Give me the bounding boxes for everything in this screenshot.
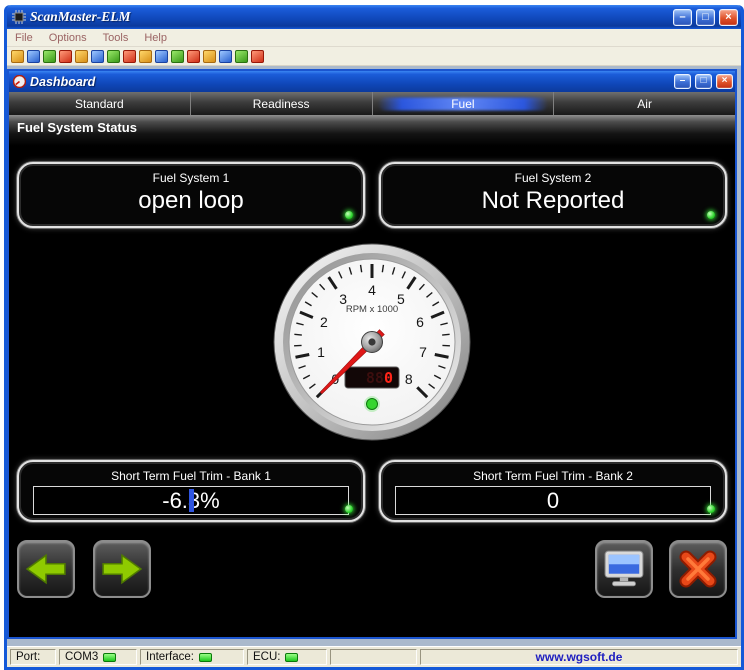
status-led-green: [345, 211, 353, 219]
copy-icon[interactable]: [59, 50, 72, 63]
rpm-gauge: 012345678 RPM x 1000 888 0: [272, 242, 472, 442]
fuel-system-1-panel: Fuel System 1 open loop: [17, 162, 365, 228]
menubar: File Options Tools Help: [7, 29, 741, 47]
main-window: ScanMaster-ELM – □ × File Options Tools …: [4, 5, 744, 670]
lcd-value: 0: [384, 369, 393, 387]
tab-readiness[interactable]: Readiness: [191, 92, 373, 115]
stft-bank2-panel: Short Term Fuel Trim - Bank 2 0: [379, 460, 727, 522]
scan-icon[interactable]: [107, 50, 120, 63]
previous-page-button[interactable]: [17, 540, 75, 598]
svg-text:2: 2: [320, 314, 328, 330]
arrow-right-icon: [101, 553, 143, 585]
svg-text:6: 6: [416, 314, 424, 330]
dashboard-tabs: Standard Readiness Fuel Air: [9, 92, 735, 115]
port-led-green: [103, 653, 116, 662]
stft-bank2-value: 0: [547, 488, 559, 514]
tab-fuel[interactable]: Fuel: [373, 92, 555, 115]
screen: ScanMaster-ELM – □ × File Options Tools …: [0, 0, 744, 670]
mdi-client-area: Dashboard – □ × Standard Readiness Fuel …: [7, 66, 741, 646]
stft-bank2-value-box: 0: [395, 486, 711, 515]
close-button[interactable]: ×: [719, 9, 738, 26]
fuel-system-2-panel: Fuel System 2 Not Reported: [379, 162, 727, 228]
svg-text:4: 4: [368, 282, 376, 298]
close-x-icon: [678, 549, 718, 589]
interface-led-green: [199, 653, 212, 662]
svg-text:1: 1: [317, 344, 325, 360]
freeze-frame-icon[interactable]: [171, 50, 184, 63]
svg-text:7: 7: [419, 344, 427, 360]
menu-file[interactable]: File: [7, 30, 41, 46]
dtc-read-icon[interactable]: [123, 50, 136, 63]
port-label-cell: Port:: [10, 649, 56, 665]
dashboard-window-title: Dashboard: [30, 75, 670, 89]
dashboard-minimize-button[interactable]: –: [674, 74, 691, 89]
interface-cell: Interface:: [140, 649, 244, 665]
website-link[interactable]: www.wgsoft.de: [420, 649, 738, 665]
dashboard-maximize-button[interactable]: □: [695, 74, 712, 89]
info-icon[interactable]: [235, 50, 248, 63]
statusbar-spacer: [330, 649, 417, 665]
live-data-icon[interactable]: [155, 50, 168, 63]
app-chip-icon: [12, 10, 26, 24]
stft-bank1-value-box: -6.3%: [33, 486, 349, 515]
toolbar: [7, 47, 741, 66]
next-page-button[interactable]: [93, 540, 151, 598]
minimize-button[interactable]: –: [673, 9, 692, 26]
print-icon[interactable]: [43, 50, 56, 63]
tab-air[interactable]: Air: [554, 92, 735, 115]
ecu-led-green: [285, 653, 298, 662]
ecu-cell: ECU:: [247, 649, 327, 665]
connect-icon[interactable]: [75, 50, 88, 63]
status-led-green: [345, 505, 353, 513]
dtc-clear-icon[interactable]: [139, 50, 152, 63]
fuel-system-1-label: Fuel System 1: [19, 171, 363, 185]
statusbar: Port: COM3 Interface: ECU: www.wgsoft.de: [7, 646, 741, 667]
status-led-green: [707, 505, 715, 513]
dashboard-close-button[interactable]: ×: [716, 74, 733, 89]
dashboard-icon[interactable]: [187, 50, 200, 63]
stft-bank2-label: Short Term Fuel Trim - Bank 2: [381, 469, 725, 483]
graph-icon[interactable]: [203, 50, 216, 63]
menu-tools[interactable]: Tools: [95, 30, 137, 46]
bar-marker-blue: [189, 489, 194, 512]
open-icon[interactable]: [11, 50, 24, 63]
dashboard-window: Dashboard – □ × Standard Readiness Fuel …: [7, 69, 737, 639]
svg-text:8: 8: [405, 371, 413, 387]
fuel-system-1-value: open loop: [19, 187, 363, 215]
gauge-led-green: [367, 399, 378, 410]
menu-options[interactable]: Options: [41, 30, 95, 46]
menu-help[interactable]: Help: [136, 30, 175, 46]
disconnect-icon[interactable]: [91, 50, 104, 63]
fuel-system-2-value: Not Reported: [381, 187, 725, 215]
settings-icon[interactable]: [219, 50, 232, 63]
fullscreen-monitor-button[interactable]: [595, 540, 653, 598]
port-value-cell: COM3: [59, 649, 137, 665]
dashboard-content: Fuel System 1 open loop Fuel System 2 No…: [9, 146, 735, 637]
app-title: ScanMaster-ELM: [30, 9, 669, 25]
monitor-icon: [603, 550, 645, 588]
exit-dashboard-button[interactable]: [669, 540, 727, 598]
section-title: Fuel System Status: [9, 115, 735, 146]
tab-standard[interactable]: Standard: [9, 92, 191, 115]
dashboard-window-icon: [13, 75, 26, 88]
fuel-system-2-label: Fuel System 2: [381, 171, 725, 185]
svg-text:5: 5: [397, 291, 405, 307]
save-icon[interactable]: [27, 50, 40, 63]
stft-bank1-panel: Short Term Fuel Trim - Bank 1 -6.3%: [17, 460, 365, 522]
dashboard-titlebar[interactable]: Dashboard – □ ×: [9, 71, 735, 92]
stft-bank1-label: Short Term Fuel Trim - Bank 1: [19, 469, 363, 483]
status-led-green: [707, 211, 715, 219]
gauge-unit-label: RPM x 1000: [346, 304, 398, 315]
exit-icon[interactable]: [251, 50, 264, 63]
main-titlebar[interactable]: ScanMaster-ELM – □ ×: [7, 5, 741, 29]
maximize-button[interactable]: □: [696, 9, 715, 26]
arrow-left-icon: [25, 553, 67, 585]
